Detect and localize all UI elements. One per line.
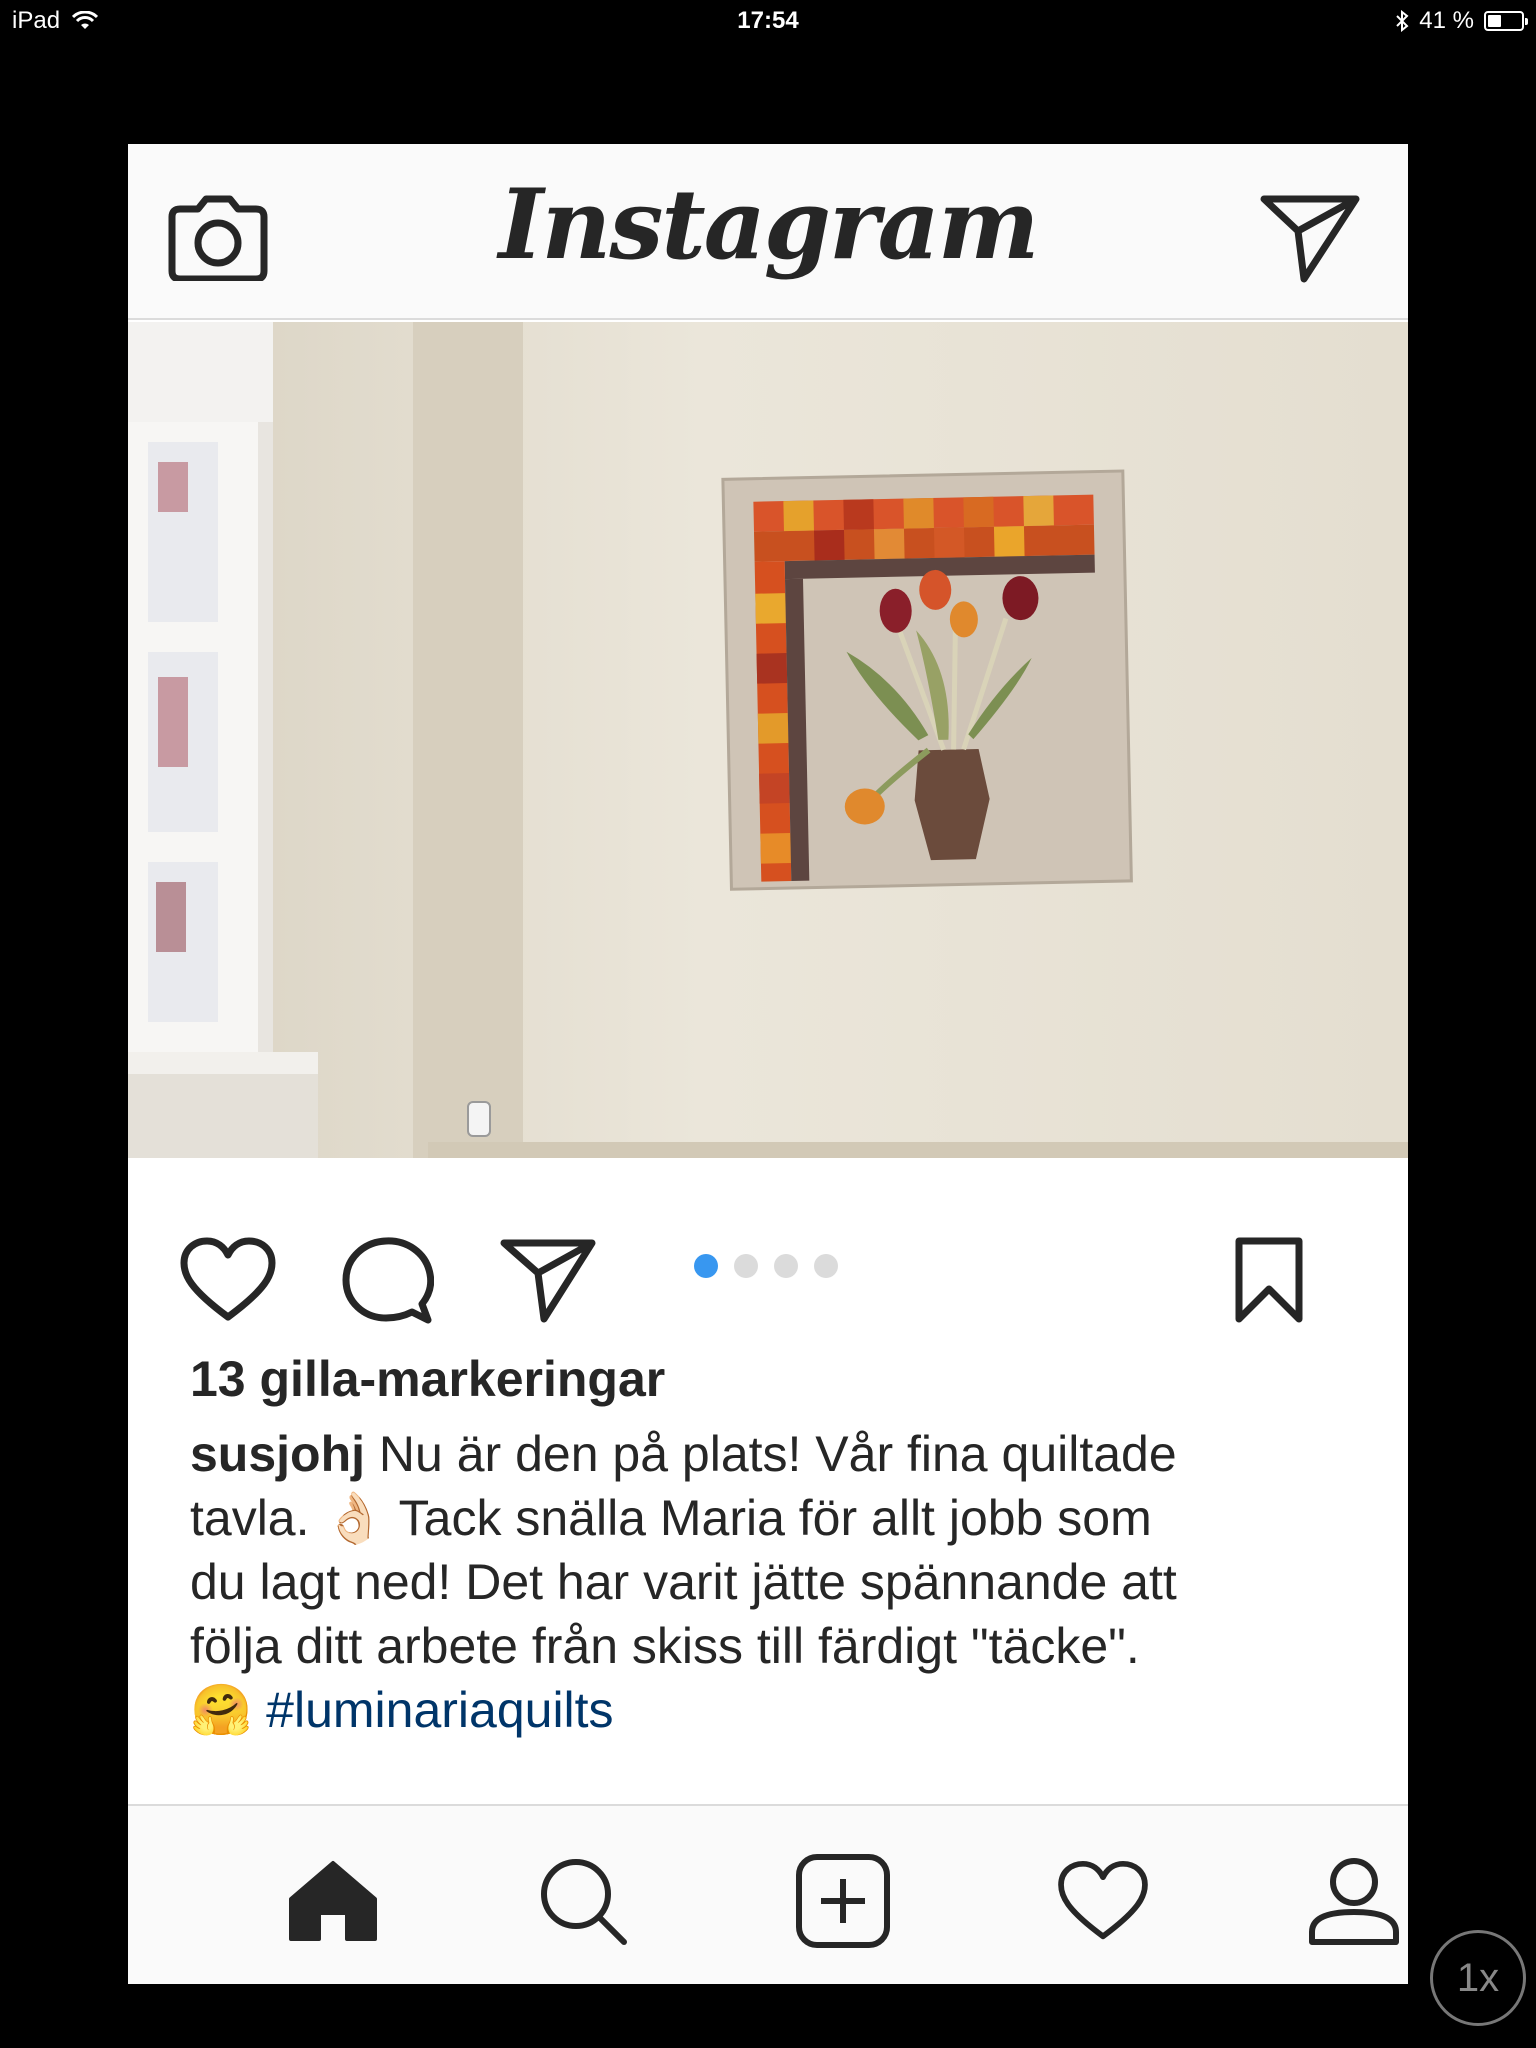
clock: 17:54 (737, 7, 799, 34)
tab-home[interactable] (278, 1846, 388, 1956)
paper-plane-icon (1260, 195, 1360, 283)
add-post-icon (796, 1854, 890, 1948)
caption-text-line: tavla. 👌🏻 Tack snälla Maria för allt job… (190, 1490, 1152, 1546)
paper-plane-icon (500, 1239, 596, 1323)
tab-new-post[interactable] (788, 1846, 898, 1956)
bottom-tab-bar (128, 1804, 1408, 1984)
carousel-dot (694, 1254, 718, 1278)
comment-icon (342, 1237, 434, 1324)
zoom-toggle-button[interactable]: 1x (1430, 1930, 1526, 2026)
tab-profile[interactable] (1304, 1846, 1404, 1956)
caption-text-line: Nu är den på plats! Vår fina quiltade (365, 1426, 1177, 1482)
caption-text-line: du lagt ned! Det har varit jätte spännan… (190, 1554, 1177, 1610)
direct-messages-button[interactable] (1260, 188, 1360, 288)
save-button[interactable] (1224, 1230, 1314, 1330)
status-bar: iPad 17:54 41 % (0, 0, 1536, 40)
quilt-wall-photo (128, 322, 1408, 1158)
hashtag-link[interactable]: #luminariaquilts (266, 1682, 613, 1738)
top-nav-bar: Instagram (128, 144, 1408, 320)
battery-percent: 41 % (1419, 7, 1474, 34)
profile-icon (1309, 1858, 1399, 1945)
share-button[interactable] (498, 1230, 598, 1330)
like-button[interactable] (178, 1230, 278, 1330)
carousel-dot (734, 1254, 758, 1278)
carousel-dot (774, 1254, 798, 1278)
heart-icon (180, 1237, 276, 1321)
comment-button[interactable] (338, 1230, 438, 1330)
like-count[interactable]: 13 gilla-markeringar (190, 1350, 665, 1408)
post-image[interactable] (128, 322, 1408, 1158)
home-icon (289, 1861, 377, 1941)
hug-emoji: 🤗 (190, 1682, 253, 1738)
search-icon (541, 1859, 627, 1945)
instagram-app: Instagram 13 gilla-markeringar susjohj N… (128, 144, 1408, 1984)
instagram-logo: Instagram (498, 168, 1040, 281)
battery-icon (1484, 11, 1528, 31)
post-caption: susjohj Nu är den på plats! Vår fina qui… (190, 1422, 1370, 1742)
bluetooth-icon (1396, 10, 1409, 32)
tab-search[interactable] (528, 1846, 638, 1956)
bookmark-icon (1235, 1237, 1303, 1323)
cut-off-comment-row (190, 1586, 590, 1600)
carousel-indicator (694, 1254, 838, 1278)
tab-activity[interactable] (1048, 1846, 1158, 1956)
caption-text-line: följa ditt arbete från skiss till färdig… (190, 1618, 1140, 1674)
caption-username[interactable]: susjohj (190, 1426, 365, 1482)
post-action-bar (128, 1158, 1408, 1324)
carousel-dot (814, 1254, 838, 1278)
heart-icon (1058, 1860, 1148, 1940)
